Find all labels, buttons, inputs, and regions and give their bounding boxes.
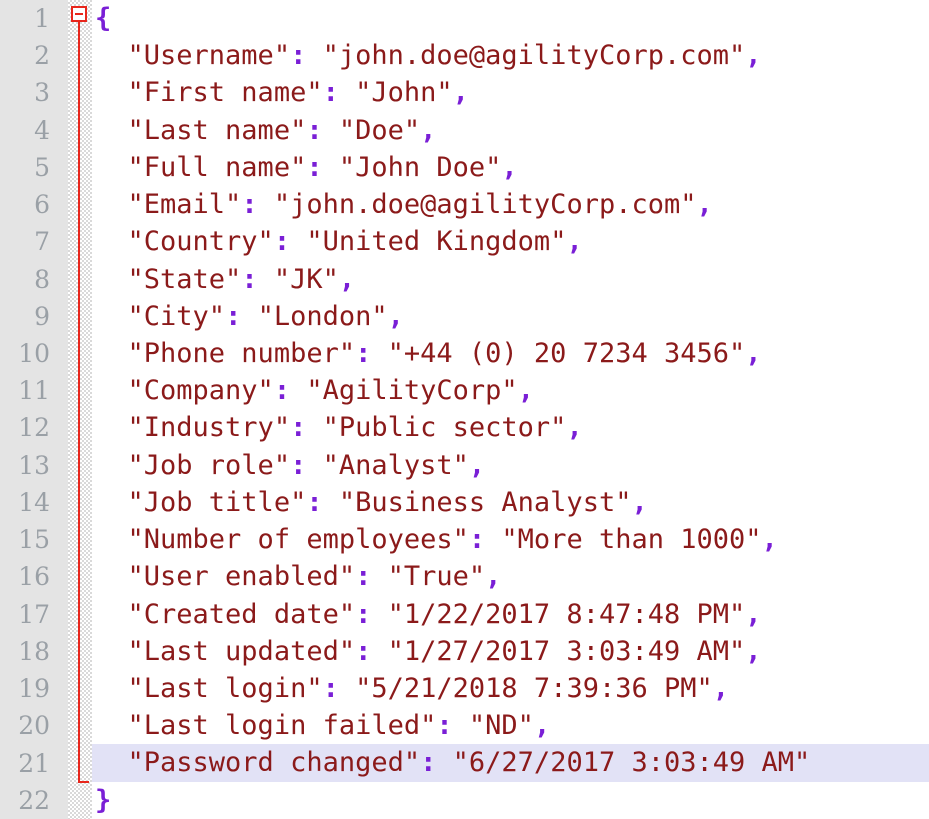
- code-line[interactable]: {: [0, 0, 929, 37]
- line-number: 21: [18, 748, 50, 778]
- line-number: 18: [18, 636, 50, 666]
- code-line-text: "Last updated": "1/27/2017 3:03:49 AM",: [127, 635, 762, 667]
- code-line[interactable]: "Phone number": "+44 (0) 20 7234 3456",: [0, 335, 929, 372]
- code-line[interactable]: "State": "JK",: [0, 261, 929, 298]
- code-line[interactable]: "User enabled": "True",: [0, 558, 929, 595]
- code-line[interactable]: "Job title": "Business Analyst",: [0, 484, 929, 521]
- line-number: 5: [34, 152, 50, 182]
- code-line-text: }: [95, 784, 112, 816]
- code-line-text: "Last login": "5/21/2018 7:39:36 PM",: [127, 672, 730, 704]
- code-line[interactable]: "Email": "john.doe@agilityCorp.com",: [0, 186, 929, 223]
- line-number: 7: [34, 227, 50, 257]
- code-line[interactable]: "Username": "john.doe@agilityCorp.com",: [0, 37, 929, 74]
- code-line-text: "Job title": "Business Analyst",: [127, 486, 648, 518]
- code-line-text: "Job role": "Analyst",: [127, 449, 486, 481]
- line-number: 4: [34, 115, 50, 145]
- code-line-text: "First name": "John",: [127, 77, 469, 109]
- line-number-gutter: 1 2 3 4 5 6 7 8 9 10 11 12 13 14 15 16 17 18 19 20 21 22: [0, 0, 68, 819]
- code-line-text: "Phone number": "+44 (0) 20 7234 3456",: [127, 337, 762, 369]
- code-line-text: "Last name": "Doe",: [127, 114, 437, 146]
- line-number: 11: [18, 376, 50, 406]
- fold-range-line: [78, 22, 80, 783]
- line-number: 16: [18, 562, 50, 592]
- code-line[interactable]: "Company": "AgilityCorp",: [0, 372, 929, 409]
- line-number: 6: [34, 190, 50, 220]
- code-line-text: "State": "JK",: [127, 263, 356, 295]
- code-line[interactable]: "First name": "John",: [0, 74, 929, 111]
- line-number: 2: [34, 41, 50, 71]
- line-number: 19: [18, 674, 50, 704]
- line-number: 14: [18, 487, 50, 517]
- code-line-text: "City": "London",: [127, 300, 404, 332]
- fold-range-end-tick: [78, 781, 89, 783]
- code-line-text: "Country": "United Kingdom",: [127, 226, 583, 258]
- line-number: 3: [34, 78, 50, 108]
- code-line-text: "Created date": "1/22/2017 8:47:48 PM",: [127, 598, 762, 630]
- code-line[interactable]: }: [0, 782, 929, 819]
- line-number: 13: [18, 450, 50, 480]
- code-line[interactable]: "Last login failed": "ND",: [0, 707, 929, 744]
- line-number: 22: [18, 785, 50, 815]
- line-number: 15: [18, 525, 50, 555]
- code-line-text: "User enabled": "True",: [127, 561, 502, 593]
- code-line-text: "Industry": "Public sector",: [127, 412, 583, 444]
- fold-collapse-icon[interactable]: [71, 6, 87, 22]
- code-line-text: "Full name": "John Doe",: [127, 151, 518, 183]
- line-number: 10: [18, 339, 50, 369]
- code-line[interactable]: "Job role": "Analyst",: [0, 447, 929, 484]
- code-line[interactable]: "Full name": "John Doe",: [0, 149, 929, 186]
- code-line-text: "Username": "john.doe@agilityCorp.com",: [127, 40, 762, 72]
- code-line-text: {: [95, 3, 112, 34]
- code-line-text: "Last login failed": "ND",: [127, 710, 551, 742]
- code-line[interactable]: "Industry": "Public sector",: [0, 409, 929, 446]
- line-number: 17: [18, 599, 50, 629]
- code-line[interactable]: "Number of employees": "More than 1000",: [0, 521, 929, 558]
- code-line[interactable]: "Created date": "1/22/2017 8:47:48 PM",: [0, 596, 929, 633]
- code-line-text: "Email": "john.doe@agilityCorp.com",: [127, 189, 713, 221]
- code-content[interactable]: { "Username": "john.doe@agilityCorp.com"…: [0, 0, 929, 819]
- code-line[interactable]: "Last name": "Doe",: [0, 112, 929, 149]
- line-number: 20: [18, 711, 50, 741]
- code-line[interactable]: "City": "London",: [0, 298, 929, 335]
- code-folding-strip[interactable]: [68, 0, 92, 819]
- code-line[interactable]: "Country": "United Kingdom",: [0, 223, 929, 260]
- json-code-viewer[interactable]: 1 2 3 4 5 6 7 8 9 10 11 12 13 14 15 16 17 18 19 20 21 22 { "U…: [0, 0, 929, 819]
- code-line-text: "Number of employees": "More than 1000",: [127, 524, 778, 556]
- code-line[interactable]: "Password changed": "6/27/2017 3:03:49 A…: [0, 744, 929, 782]
- code-line-text: "Company": "AgilityCorp",: [127, 375, 534, 407]
- line-number: 8: [34, 264, 50, 294]
- code-line[interactable]: "Last updated": "1/27/2017 3:03:49 AM",: [0, 633, 929, 670]
- code-line[interactable]: "Last login": "5/21/2018 7:39:36 PM",: [0, 670, 929, 707]
- line-number: 9: [34, 301, 50, 331]
- line-number: 1: [34, 4, 50, 33]
- line-number: 12: [18, 413, 50, 443]
- code-line-text: "Password changed": "6/27/2017 3:03:49 A…: [127, 747, 811, 779]
